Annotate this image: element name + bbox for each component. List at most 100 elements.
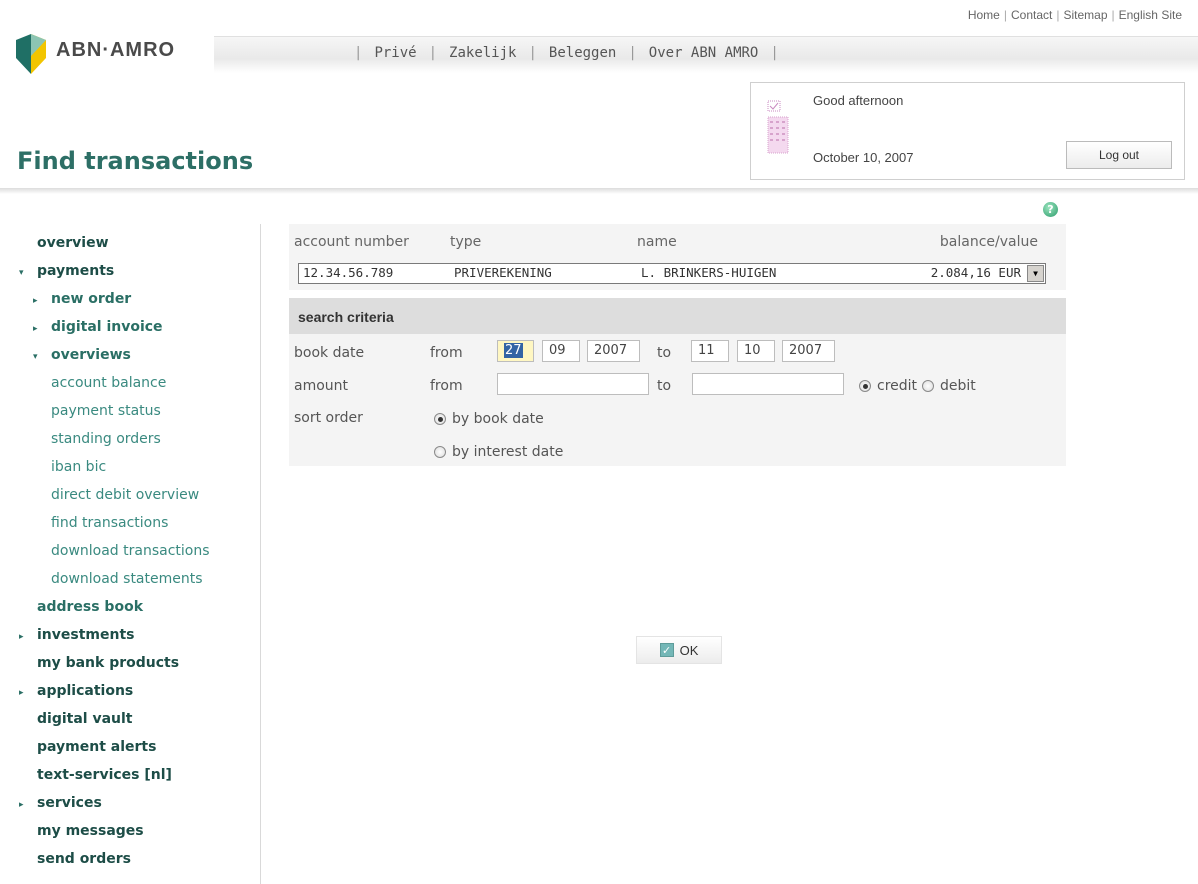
account-name-header: name [637,234,677,250]
amount-from-input[interactable] [497,373,649,395]
main-nav: | Privé | Zakelijk | Beleggen | Over ABN… [214,36,1198,73]
checkmark-icon: ✓ [659,643,674,657]
amount-from-label: from [430,378,463,394]
to-day-input[interactable]: 11 [691,340,729,362]
greeting-panel: Good afternoon October 10, 2007 Log out [750,82,1185,180]
amount-to-label: to [657,378,672,394]
caret-right-icon: ▸ [19,688,24,698]
sidebar-item-label: payments [37,263,115,279]
account-name: L. BRINKERS-HUIGEN [641,265,777,280]
debit-radio[interactable] [922,380,934,392]
sidebar-item-digital-vault[interactable]: digital vault [37,711,132,731]
account-select[interactable]: 12.34.56.789 PRIVEREKENING L. BRINKERS-H… [298,263,1046,284]
account-balance-header: balance/value [939,234,1038,250]
sitemap-link[interactable]: Sitemap [1063,8,1107,22]
ok-button[interactable]: ✓ OK [636,636,722,664]
credit-label: credit [877,378,918,394]
nav-separator: | [354,45,363,61]
sidebar-item-label: overviews [51,347,131,363]
to-month-input[interactable]: 10 [737,340,775,362]
debit-label: debit [940,378,976,394]
sidebar-item-label: investments [37,627,135,643]
sidebar-item-overview[interactable]: overview [37,235,109,255]
sidebar-item-download-statements[interactable]: download statements [51,571,203,591]
sort-by-interest-date-radio[interactable] [434,446,446,458]
sort-order-label: sort order [294,410,363,426]
sidebar-item-label: services [37,795,102,811]
sidebar-item-payment-status[interactable]: payment status [51,403,161,423]
to-year-input[interactable]: 2007 [782,340,835,362]
help-icon[interactable]: ? [1043,202,1058,217]
caret-right-icon: ▸ [33,296,38,306]
logout-button[interactable]: Log out [1066,141,1172,169]
caret-right-icon: ▸ [19,800,24,810]
home-link[interactable]: Home [968,8,1000,22]
account-type: PRIVEREKENING [454,265,552,280]
sidebar-item-direct-debit-overview[interactable]: direct debit overview [51,487,199,507]
search-criteria-title: search criteria [298,309,394,325]
english-site-link[interactable]: English Site [1119,8,1182,22]
amount-to-input[interactable] [692,373,844,395]
nav-separator: | [428,45,438,61]
sidebar-item-new-order[interactable]: ▸ new order [33,291,131,311]
book-date-label: book date [294,345,365,361]
nav-zakelijk[interactable]: Zakelijk [449,45,516,61]
logo-text: ABN·AMRO [56,38,176,61]
from-label: from [430,345,463,361]
sort-by-book-date-radio[interactable] [434,413,446,425]
sidebar-item-find-transactions[interactable]: find transactions [51,515,168,535]
sidebar-item-label: applications [37,683,134,699]
nav-prive[interactable]: Privé [374,45,416,61]
sidebar-item-payment-alerts[interactable]: payment alerts [37,739,156,759]
sidebar-item-standing-orders[interactable]: standing orders [51,431,161,451]
separator: | [1111,8,1115,22]
separator: | [1003,8,1007,22]
sidebar-item-download-transactions[interactable]: download transactions [51,543,210,563]
from-month-input[interactable]: 09 [542,340,580,362]
from-day-input[interactable]: 27 [497,340,534,362]
utility-links: Home | Contact | Sitemap | English Site [968,8,1182,22]
sidebar-item-my-bank-products[interactable]: my bank products [37,655,179,675]
nav-beleggen[interactable]: Beleggen [549,45,616,61]
sidebar-item-send-orders[interactable]: send orders [37,851,131,871]
by-book-date-label: by book date [452,411,544,427]
account-panel: account number type name balance/value 1… [289,224,1066,290]
from-year-input[interactable]: 2007 [587,340,640,362]
page-title: Find transactions [17,147,254,175]
nav-separator: | [628,45,637,61]
caret-down-icon: ▾ [33,352,38,362]
amount-label: amount [294,378,349,394]
abn-amro-logo[interactable]: ABN·AMRO [16,34,175,74]
sidebar: overview ▾ payments ▸ new order ▸ digital invo… [0,224,261,884]
caret-down-icon: ▾ [19,268,24,278]
by-interest-date-label: by interest date [452,444,564,460]
account-number: 12.34.56.789 [303,265,394,280]
sidebar-item-my-messages[interactable]: my messages [37,823,144,843]
account-type-header: type [450,234,482,250]
separator: | [1056,8,1060,22]
sidebar-item-address-book[interactable]: address book [37,599,143,619]
sidebar-item-iban-bic[interactable]: iban bic [51,459,106,479]
sidebar-item-label: new order [51,291,132,307]
sidebar-item-text-services-nl[interactable]: text-services [nl] [37,767,172,787]
nav-over-abn-amro[interactable]: Over ABN AMRO [649,45,759,61]
greeting-text: Good afternoon [813,93,904,108]
search-criteria-header: search criteria [289,298,1066,334]
sidebar-item-digital-invoice[interactable]: ▸ digital invoice [33,319,163,339]
nav-separator: | [528,45,537,61]
contact-link[interactable]: Contact [1011,8,1052,22]
credit-radio[interactable] [859,380,871,392]
sidebar-item-account-balance[interactable]: account balance [51,375,166,395]
sidebar-item-investments[interactable]: ▸ investments [19,627,135,647]
chevron-down-icon[interactable]: ▼ [1027,265,1044,282]
search-criteria-form: book date from 27 09 2007 to 11 10 2007 … [289,334,1066,466]
sidebar-item-overviews[interactable]: ▾ overviews [33,347,131,367]
sidebar-item-label: digital invoice [51,319,163,335]
account-balance: 2.084,16 EUR [930,265,1021,280]
to-label: to [657,345,672,361]
account-number-header: account number [294,234,409,250]
caret-right-icon: ▸ [19,632,24,642]
sidebar-item-applications[interactable]: ▸ applications [19,683,133,703]
sidebar-item-payments[interactable]: ▾ payments [19,263,114,283]
sidebar-item-services[interactable]: ▸ services [19,795,102,815]
